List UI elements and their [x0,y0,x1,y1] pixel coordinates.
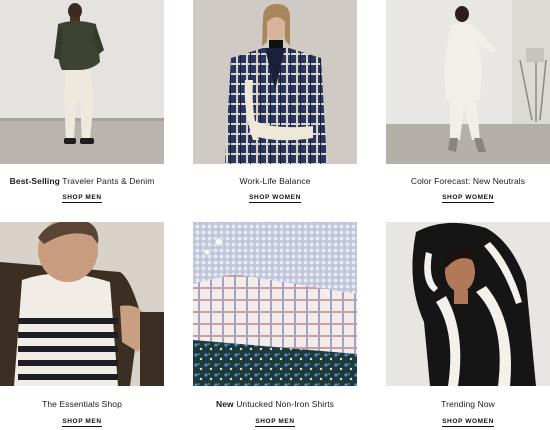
product-image[interactable] [386,0,550,164]
product-image[interactable] [193,222,357,386]
caption-text: Untucked Non-Iron Shirts [233,399,335,409]
product-card-untucked-shirts: New Untucked Non-Iron Shirts SHOP MEN [193,222,357,427]
product-card-work-life: Work-Life Balance SHOP WOMEN [193,0,357,203]
shop-women-link[interactable]: SHOP WOMEN [442,418,494,427]
product-image[interactable] [0,0,164,164]
product-caption: Work-Life Balance [193,176,357,186]
shop-women-link[interactable]: SHOP WOMEN [442,194,494,203]
shop-men-link[interactable]: SHOP MEN [255,418,295,427]
product-caption: Color Forecast: New Neutrals [386,176,550,186]
shop-men-link[interactable]: SHOP MEN [62,194,102,203]
caption-bold-text: New [215,399,234,409]
shop-women-link[interactable]: SHOP WOMEN [249,194,301,203]
product-caption: The Essentials Shop [0,399,164,409]
caption-text: Work-Life Balance [239,176,311,186]
shop-link-container: SHOP MEN [193,418,357,427]
shop-link-container: SHOP WOMEN [193,194,357,203]
product-card-best-selling: Best-Selling Traveler Pants & Denim SHOP… [0,0,164,203]
caption-text: Color Forecast: New Neutrals [410,176,526,186]
product-caption: New Untucked Non-Iron Shirts [193,399,357,409]
product-image[interactable] [0,222,164,386]
caption-text: Traveler Pants & Denim [59,176,155,186]
caption-bold-text: Best-Selling [9,176,60,186]
shop-men-link[interactable]: SHOP MEN [62,418,102,427]
product-card-color-forecast: Color Forecast: New Neutrals SHOP WOMEN [386,0,550,203]
shop-link-container: SHOP MEN [0,194,164,203]
product-grid: Best-Selling Traveler Pants & Denim SHOP… [0,0,550,430]
caption-text: The Essentials Shop [42,399,122,409]
product-image[interactable] [386,222,550,386]
product-image[interactable] [193,0,357,164]
product-caption: Best-Selling Traveler Pants & Denim [0,176,164,186]
product-card-trending: Trending Now SHOP WOMEN [386,222,550,427]
caption-text: Trending Now [441,399,495,409]
product-card-essentials: The Essentials Shop SHOP MEN [0,222,164,427]
shop-link-container: SHOP MEN [0,418,164,427]
product-caption: Trending Now [386,399,550,409]
shop-link-container: SHOP WOMEN [386,194,550,203]
shop-link-container: SHOP WOMEN [386,418,550,427]
